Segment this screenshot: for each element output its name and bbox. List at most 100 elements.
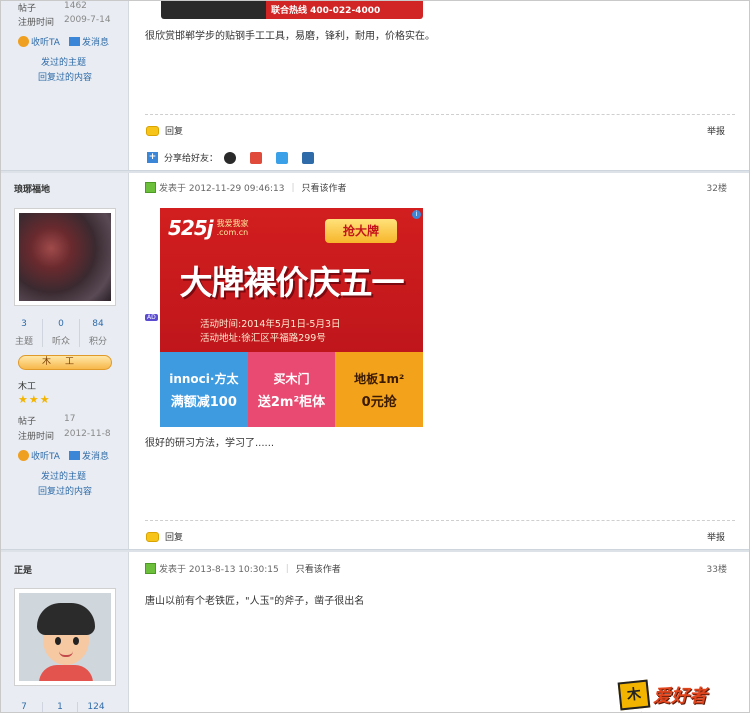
stat-followers-count[interactable]: 0 — [43, 319, 79, 329]
username[interactable]: 琅琊福地 — [14, 182, 50, 195]
follow-link[interactable]: 收听TA — [18, 449, 60, 462]
posts-value: 1462 — [64, 1, 87, 11]
stat-topics-label: 主题 — [14, 337, 33, 347]
ad-offer-2-top: 买木门 — [273, 371, 310, 386]
reply-label: 回复 — [165, 533, 184, 543]
reply-bubble-icon — [146, 125, 159, 136]
ad-logo-group: 525j 我爱我家 .com.cn — [168, 216, 249, 240]
floor-number[interactable]: 33楼 — [707, 562, 727, 575]
stat-points-count[interactable]: 124 — [78, 702, 114, 712]
ad-info-icon[interactable]: i — [412, 210, 421, 219]
share-plus-icon[interactable]: + — [147, 152, 158, 163]
reg-date-value: 2012-11-8 — [64, 429, 111, 439]
follow-icon — [18, 36, 29, 47]
follow-label: 收听TA — [31, 38, 60, 48]
user-stats: 3 主题 0 听众 84 积分 — [6, 319, 116, 347]
reply-bubble-icon — [146, 531, 159, 542]
post-body-text: 很欣赏邯郸学步的贴钢手工工具，易磨，锋利，耐用，价格实在。 — [145, 31, 435, 42]
forum-thread-view: 联合热线 400-022-4000 帖子 1462 注册时间 2009-7-14… — [0, 0, 750, 713]
only-author-link[interactable]: 只看该作者 — [296, 562, 341, 575]
stat-followers-label: 听众 — [51, 337, 70, 347]
posts-label: 帖子 — [18, 4, 37, 14]
post-meta: 发表于 2013-8-13 10:30:15 | 只看该作者 — [145, 562, 341, 575]
ad-offer-3-top: 地板1m² — [354, 371, 405, 386]
envelope-icon — [69, 451, 80, 460]
message-label: 发消息 — [82, 452, 110, 462]
divider — [145, 520, 735, 521]
reg-date-label: 注册时间 — [18, 18, 55, 28]
ad-offer-3: 地板1m² 0元抢 — [335, 352, 423, 427]
qzone-icon[interactable] — [276, 151, 289, 164]
qq-icon[interactable] — [224, 151, 237, 164]
follow-icon — [18, 450, 29, 461]
post-separator — [1, 549, 749, 552]
user-topics-link[interactable]: 发过的主题 — [41, 55, 86, 68]
stat-topics-count[interactable]: 7 — [6, 702, 42, 712]
avatar[interactable] — [14, 208, 116, 306]
weibo-icon[interactable] — [250, 151, 263, 164]
reg-date-value: 2009-7-14 — [64, 15, 111, 25]
stat-points-count[interactable]: 84 — [80, 319, 116, 329]
ad-logo-sub1: 我爱我家 — [216, 219, 249, 228]
logo-text: 爱好者 — [653, 686, 707, 707]
message-label: 发消息 — [82, 38, 110, 48]
post-body-text: 唐山以前有个老铁匠，"人玉"的斧子，凿子很出名 — [145, 596, 365, 607]
ad-time-line: 活动时间:2014年5月1日-5月3日 — [200, 319, 341, 330]
ad-logo: 525j — [168, 216, 214, 240]
reply-label: 回复 — [165, 127, 184, 137]
ad-banner[interactable]: 525j 我爱我家 .com.cn 抢大牌 i 大牌裸价庆五一 活动时间:201… — [160, 208, 423, 427]
posts-value[interactable]: 17 — [64, 414, 75, 424]
stat-followers-count[interactable]: 1 — [42, 702, 78, 712]
ad-offer-2-bottom: 送2m²柜体 — [257, 394, 326, 410]
top-ad-banner[interactable]: 联合热线 400-022-4000 — [161, 1, 423, 19]
stat-points-label: 积分 — [88, 337, 107, 347]
reg-date-label: 注册时间 — [18, 432, 55, 442]
user-replies-link[interactable]: 回复过的内容 — [38, 70, 92, 83]
floor-number[interactable]: 32楼 — [707, 181, 727, 194]
ad-place-line: 活动地址:徐汇区平福路299号 — [200, 333, 326, 344]
top-ad-text: 联合热线 400-022-4000 — [271, 6, 381, 16]
username[interactable]: 正是 — [14, 563, 32, 576]
ad-badge: AD — [145, 314, 158, 321]
post-separator — [1, 170, 749, 173]
ad-offers: innoci·方太 满额减100 买木门 送2m²柜体 地板1m² 0元抢 — [160, 352, 423, 427]
message-link[interactable]: 发消息 — [69, 35, 109, 48]
message-link[interactable]: 发消息 — [69, 449, 109, 462]
level-title: 木工 — [18, 382, 37, 392]
avatar-image — [19, 213, 111, 301]
user-topics-link[interactable]: 发过的主题 — [41, 469, 86, 482]
rank-badge: 木工 — [18, 355, 112, 370]
envelope-icon — [69, 37, 80, 46]
ad-title: 大牌裸价庆五一 — [179, 263, 405, 302]
stat-topics-count[interactable]: 3 — [6, 319, 42, 329]
ad-tag: 抢大牌 — [325, 219, 397, 243]
reply-button[interactable]: 回复 — [146, 530, 183, 543]
share-label: 分享给好友： — [164, 154, 219, 164]
avatar-image — [19, 593, 111, 681]
post-timestamp: 发表于 2012-11-29 09:46:13 — [159, 184, 285, 194]
tencent-weibo-icon[interactable] — [302, 151, 315, 164]
report-link[interactable]: 举报 — [707, 530, 725, 543]
post-timestamp: 发表于 2013-8-13 10:30:15 — [159, 565, 279, 575]
reply-button[interactable]: 回复 — [146, 124, 183, 137]
user-stats: 7 1 124 — [6, 702, 114, 712]
only-author-link[interactable]: 只看该作者 — [302, 181, 347, 194]
report-link[interactable]: 举报 — [707, 124, 725, 137]
posts-label: 帖子 — [18, 417, 37, 427]
avatar[interactable] — [14, 588, 116, 686]
ad-offer-1-top: innoci·方太 — [169, 371, 239, 386]
follow-link[interactable]: 收听TA — [18, 35, 60, 48]
ad-offer-3-bottom: 0元抢 — [361, 394, 397, 410]
user-replies-link[interactable]: 回复过的内容 — [38, 484, 92, 497]
post-body-text: 很好的研习方法，学习了...... — [145, 438, 275, 449]
site-logo[interactable]: 木工 爱好者 — [617, 679, 747, 712]
post-meta: 发表于 2012-11-29 09:46:13 | 只看该作者 — [145, 181, 347, 194]
ad-offer-1-bottom: 满额减100 — [170, 394, 237, 410]
ad-logo-sub2: .com.cn — [216, 228, 249, 237]
ad-offer-1: innoci·方太 满额减100 — [160, 352, 248, 427]
star-rating: ★★★ — [18, 393, 51, 406]
ad-offer-2: 买木门 送2m²柜体 — [247, 352, 336, 427]
post-author-icon — [145, 182, 156, 193]
divider — [145, 114, 735, 115]
post-author-icon — [145, 563, 156, 574]
